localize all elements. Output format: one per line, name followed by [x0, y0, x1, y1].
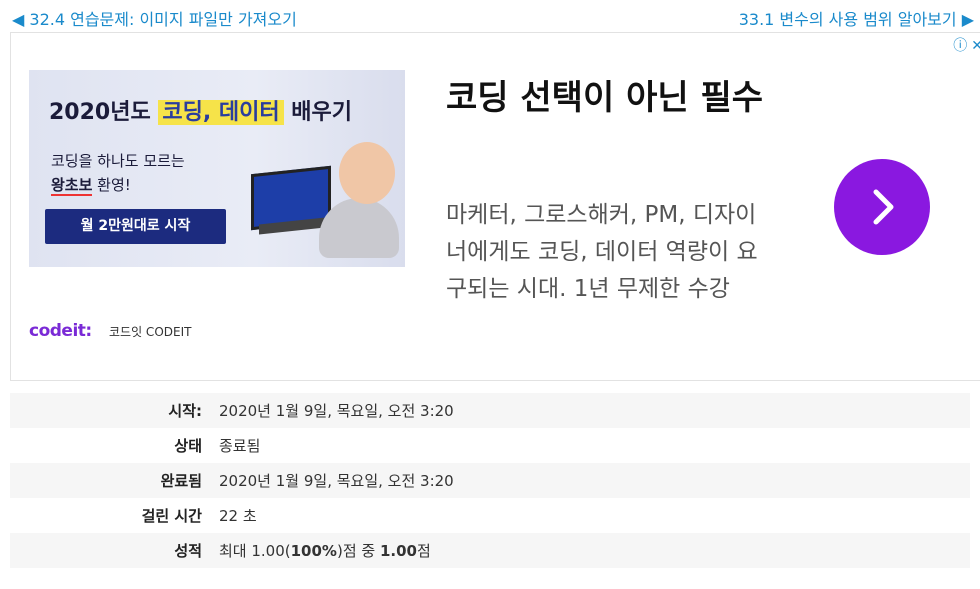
chapter-navigation: ◀ 32.4 연습문제: 이미지 파일만 가져오기 33.1 변수의 사용 범위… [0, 0, 980, 32]
ad-description[interactable]: 마케터, 그로스해커, PM, 디자이너에게도 코딩, 데이터 역량이 요구되는… [446, 197, 766, 308]
ad-banner-image[interactable]: 2020년도 코딩, 데이터 배우기 코딩을 하나도 모르는 왕초보 환영! 월… [29, 70, 405, 267]
ad-choices[interactable]: ⓘ ✕ [949, 35, 980, 55]
ad-open-button[interactable] [834, 159, 930, 255]
chevron-right-icon [873, 189, 894, 225]
row-value: 종료됨 [219, 437, 261, 455]
info-icon[interactable]: ⓘ [953, 38, 967, 54]
row-label: 완료됨 [160, 472, 202, 490]
summary-row-state: 상태 종료됨 [10, 428, 970, 463]
next-chapter-link[interactable]: 33.1 변수의 사용 범위 알아보기 ▶ [739, 6, 974, 30]
advertisement[interactable]: ⓘ ✕ 2020년도 코딩, 데이터 배우기 코딩을 하나도 모르는 왕초보 환영… [10, 32, 980, 381]
row-value: 2020년 1월 9일, 목요일, 오전 3:20 [219, 402, 454, 420]
banner-headline: 2020년도 코딩, 데이터 배우기 [49, 100, 352, 125]
row-label: 상태 [174, 437, 202, 455]
row-value: 2020년 1월 9일, 목요일, 오전 3:20 [219, 472, 454, 490]
close-icon[interactable]: ✕ [971, 38, 980, 54]
baby-body-illustration [319, 198, 399, 258]
summary-row-started: 시작: 2020년 1월 9일, 목요일, 오전 3:20 [10, 393, 970, 428]
row-value: 22 초 [219, 507, 257, 525]
banner-cta-button[interactable]: 월 2만원대로 시작 [45, 209, 226, 244]
advertiser-name[interactable]: 코드잇 CODEIT [109, 323, 191, 340]
banner-subtext: 코딩을 하나도 모르는 [51, 152, 185, 170]
summary-row-time-taken: 걸린 시간 22 초 [10, 498, 970, 533]
ad-title[interactable]: 코딩 선택이 아닌 필수 [446, 73, 786, 123]
quiz-summary-table: 시작: 2020년 1월 9일, 목요일, 오전 3:20 상태 종료됨 완료됨… [10, 393, 970, 568]
summary-row-completed: 완료됨 2020년 1월 9일, 목요일, 오전 3:20 [10, 463, 970, 498]
prev-chapter-link[interactable]: ◀ 32.4 연습문제: 이미지 파일만 가져오기 [12, 6, 297, 30]
summary-row-grade: 성적 최대 1.00(100%)점 중 1.00점 [10, 533, 970, 568]
grade-value: 최대 1.00(100%)점 중 1.00점 [219, 542, 431, 560]
row-label: 걸린 시간 [141, 507, 202, 525]
banner-subtext-2: 왕초보 환영! [51, 176, 131, 196]
codeit-logo[interactable]: codeit: [29, 321, 92, 341]
baby-head-illustration [339, 142, 395, 204]
row-label: 성적 [174, 542, 202, 560]
row-label: 시작: [168, 402, 202, 420]
